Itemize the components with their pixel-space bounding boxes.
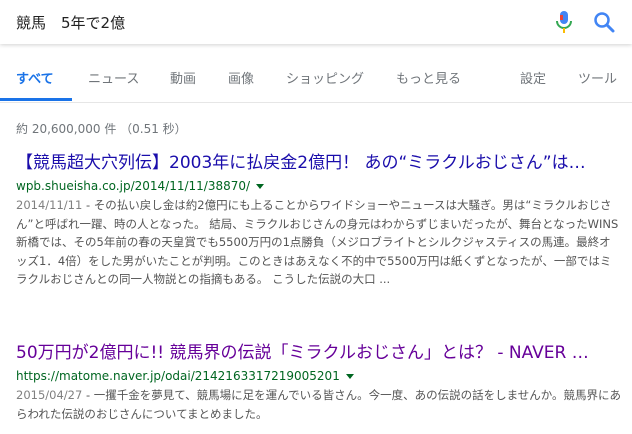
active-tab-indicator	[0, 98, 72, 101]
result-snippet: 2014/11/11 - その払い戻し金は約2億円にも上ることからワイドショーや…	[16, 196, 622, 289]
result-stats: 約 20,600,000 件 （0.51 秒）	[16, 122, 187, 136]
result-title-link[interactable]: 【競馬超大穴列伝】2003年に払戻金2億円！ あの“ミラクルおじさん”は…	[16, 152, 622, 174]
search-bar[interactable]: 競馬 5年で2億	[0, 0, 632, 44]
result-snippet-text: - 一攫千金を夢見て、競馬場に足を運んでいる皆さん。今一度、あの伝説の話をしませ…	[16, 388, 622, 421]
microphone-icon[interactable]	[553, 10, 575, 34]
result-date: 2015/04/27	[16, 388, 83, 402]
caret-down-icon[interactable]	[345, 374, 354, 379]
result-url-text: wpb.shueisha.co.jp/2014/11/11/38870/	[16, 179, 251, 193]
tab-all[interactable]: すべて	[16, 68, 54, 87]
result-date: 2014/11/11	[16, 198, 83, 212]
caret-down-icon[interactable]	[256, 184, 265, 189]
result-url: https://matome.naver.jp/odai/21421633172…	[16, 367, 622, 385]
tab-news[interactable]: ニュース	[88, 68, 139, 87]
tab-more[interactable]: もっと見る	[396, 68, 461, 87]
tab-videos[interactable]: 動画	[170, 68, 196, 87]
tab-settings[interactable]: 設定	[520, 68, 546, 87]
search-input[interactable]: 競馬 5年で2億	[16, 12, 125, 33]
tab-shopping[interactable]: ショッピング	[286, 68, 364, 87]
search-icon[interactable]	[592, 10, 616, 34]
result-title-link[interactable]: 50万円が2億円に!! 競馬界の伝説「ミラクルおじさん」とは？ - NAVER …	[16, 342, 622, 364]
search-tabs: すべて ニュース 動画 画像 ショッピング もっと見る 設定 ツール	[0, 52, 632, 103]
search-result: 【競馬超大穴列伝】2003年に払戻金2億円！ あの“ミラクルおじさん”は… wp…	[16, 152, 622, 289]
result-url: wpb.shueisha.co.jp/2014/11/11/38870/	[16, 177, 622, 195]
tab-images[interactable]: 画像	[228, 68, 254, 87]
search-result: 50万円が2億円に!! 競馬界の伝説「ミラクルおじさん」とは？ - NAVER …	[16, 342, 622, 423]
result-snippet-text: - その払い戻し金は約2億円にも上ることからワイドショーやニュースは大騒ぎ。男は…	[16, 198, 619, 286]
result-url-text: https://matome.naver.jp/odai/21421633172…	[16, 369, 340, 383]
tab-tools[interactable]: ツール	[578, 68, 617, 87]
result-snippet: 2015/04/27 - 一攫千金を夢見て、競馬場に足を運んでいる皆さん。今一度…	[16, 386, 622, 423]
